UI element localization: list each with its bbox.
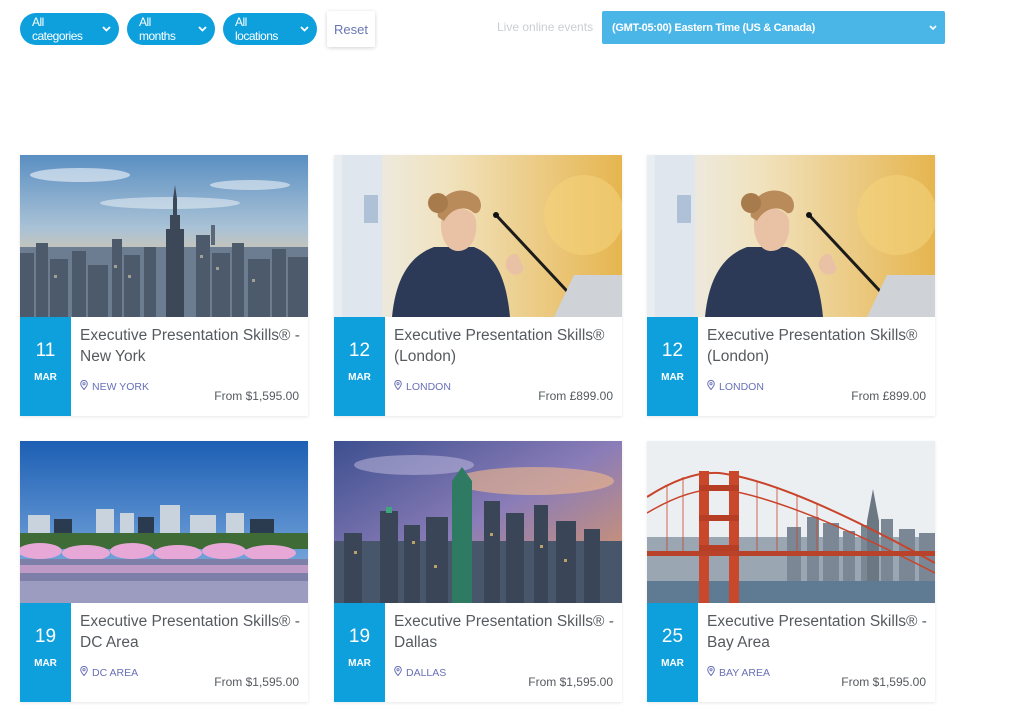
- event-title[interactable]: Executive Presentation Skills® - Dallas: [394, 611, 618, 653]
- event-title[interactable]: Executive Presentation Skills® - DC Area: [80, 611, 304, 653]
- event-card[interactable]: 25 MAR Executive Presentation Skills® - …: [647, 441, 935, 702]
- event-month: MAR: [34, 372, 57, 383]
- event-title[interactable]: Executive Presentation Skills® (London): [707, 325, 931, 367]
- event-date: 19 MAR: [334, 603, 385, 702]
- event-price: From $1,595.00: [841, 675, 926, 689]
- event-location-text: DALLAS: [406, 666, 447, 679]
- event-date: 12 MAR: [647, 317, 698, 416]
- event-price: From $1,595.00: [214, 675, 299, 689]
- event-date: 19 MAR: [20, 603, 71, 702]
- event-date: 11 MAR: [20, 317, 71, 416]
- event-location: LONDON: [707, 379, 764, 393]
- event-location-text: LONDON: [406, 380, 451, 393]
- chevron-down-icon: [929, 22, 937, 34]
- event-info: Executive Presentation Skills® (London) …: [385, 317, 622, 416]
- event-month: MAR: [348, 658, 371, 669]
- event-card[interactable]: 12 MAR Executive Presentation Skills® (L…: [647, 155, 935, 416]
- event-info: Executive Presentation Skills® - Dallas …: [385, 603, 622, 702]
- event-info: Executive Presentation Skills® - Bay Are…: [698, 603, 935, 702]
- categories-dropdown-label: All categories: [32, 15, 83, 43]
- chevron-down-icon: [300, 26, 309, 32]
- event-day: 12: [661, 340, 684, 361]
- event-day: 11: [35, 340, 56, 361]
- map-pin-icon: [394, 665, 406, 679]
- map-pin-icon: [707, 379, 719, 393]
- event-title[interactable]: Executive Presentation Skills® - Bay Are…: [707, 611, 931, 653]
- event-location-text: LONDON: [719, 380, 764, 393]
- filter-bar: All categories All months All locations …: [20, 11, 375, 47]
- event-month: MAR: [34, 658, 57, 669]
- event-location: NEW YORK: [80, 379, 149, 393]
- event-price: From $1,595.00: [528, 675, 613, 689]
- event-location: DC AREA: [80, 665, 139, 679]
- map-pin-icon: [80, 665, 92, 679]
- event-card[interactable]: 19 MAR Executive Presentation Skills® - …: [334, 441, 622, 702]
- event-info: Executive Presentation Skills® - New Yor…: [71, 317, 308, 416]
- chevron-down-icon: [198, 26, 207, 32]
- event-day: 12: [348, 340, 371, 361]
- event-date: 12 MAR: [334, 317, 385, 416]
- map-pin-icon: [394, 379, 406, 393]
- event-location: LONDON: [394, 379, 451, 393]
- event-info: Executive Presentation Skills® - DC Area…: [71, 603, 308, 702]
- months-dropdown-label: All months: [139, 15, 176, 43]
- locations-dropdown-label: All locations: [235, 15, 278, 43]
- map-pin-icon: [80, 379, 92, 393]
- event-location-text: NEW YORK: [92, 380, 149, 393]
- event-title[interactable]: Executive Presentation Skills® (London): [394, 325, 618, 367]
- event-card[interactable]: 12 MAR Executive Presentation Skills® (L…: [334, 155, 622, 416]
- event-month: MAR: [661, 372, 684, 383]
- event-location-text: BAY AREA: [719, 666, 770, 679]
- timezone-select[interactable]: (GMT-05:00) Eastern Time (US & Canada): [602, 11, 945, 44]
- event-month: MAR: [348, 372, 371, 383]
- map-pin-icon: [707, 665, 719, 679]
- event-title[interactable]: Executive Presentation Skills® - New Yor…: [80, 325, 304, 367]
- event-day: 19: [348, 626, 371, 647]
- event-location: DALLAS: [394, 665, 447, 679]
- event-image-new-york[interactable]: [20, 155, 308, 317]
- event-location-text: DC AREA: [92, 666, 139, 679]
- event-day: 25: [661, 626, 684, 647]
- event-month: MAR: [661, 658, 684, 669]
- locations-dropdown[interactable]: All locations: [223, 13, 317, 45]
- event-info: Executive Presentation Skills® (London) …: [698, 317, 935, 416]
- live-online-events-label: Live online events: [497, 20, 594, 34]
- categories-dropdown[interactable]: All categories: [20, 13, 119, 45]
- event-image-speaker[interactable]: [647, 155, 935, 317]
- event-day: 19: [34, 626, 57, 647]
- event-card[interactable]: 11 MAR Executive Presentation Skills® - …: [20, 155, 308, 416]
- event-price: From $1,595.00: [214, 389, 299, 403]
- event-image-speaker[interactable]: [334, 155, 622, 317]
- event-price: From £899.00: [851, 389, 926, 403]
- event-image-bay-area[interactable]: [647, 441, 935, 603]
- event-location: BAY AREA: [707, 665, 770, 679]
- event-image-dc-area[interactable]: [20, 441, 308, 603]
- reset-button[interactable]: Reset: [327, 11, 375, 47]
- event-date: 25 MAR: [647, 603, 698, 702]
- event-price: From £899.00: [538, 389, 613, 403]
- timezone-select-value: (GMT-05:00) Eastern Time (US & Canada): [612, 21, 815, 34]
- months-dropdown[interactable]: All months: [127, 13, 215, 45]
- event-image-dallas[interactable]: [334, 441, 622, 603]
- event-card[interactable]: 19 MAR Executive Presentation Skills® - …: [20, 441, 308, 702]
- chevron-down-icon: [102, 26, 111, 32]
